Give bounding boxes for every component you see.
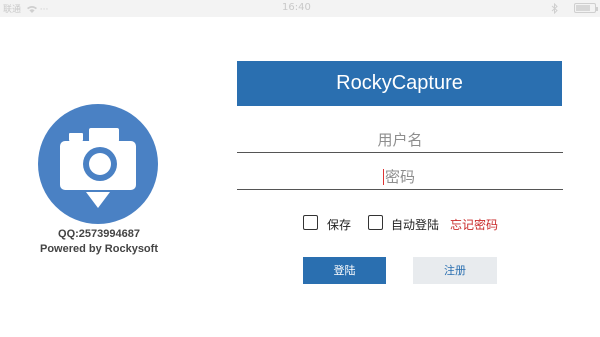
login-button[interactable]: 登陆 [303, 257, 386, 284]
status-left: 联通 ··· [3, 2, 48, 15]
qq-contact: QQ:2573994687 [58, 228, 140, 240]
status-bar: 联通 ··· 16:40 [0, 0, 600, 17]
camera-pin-icon [38, 104, 158, 224]
status-time: 16:40 [282, 2, 311, 13]
status-right [551, 3, 598, 14]
register-button[interactable]: 注册 [413, 257, 497, 284]
save-checkbox[interactable] [303, 215, 318, 230]
forgot-password-link[interactable]: 忘记密码 [450, 216, 498, 233]
powered-by-text: Powered by Rockysoft [40, 243, 158, 255]
save-checkbox-label: 保存 [327, 218, 352, 232]
auto-login-checkbox-label: 自动登陆 [391, 218, 440, 232]
text-cursor [383, 169, 384, 185]
carrier-label: 联通 [3, 5, 22, 15]
status-dots: ··· [39, 5, 49, 15]
username-input[interactable] [237, 127, 563, 153]
auto-login-checkbox[interactable] [368, 215, 383, 230]
bluetooth-icon [551, 3, 558, 14]
battery-icon [574, 3, 598, 13]
password-input[interactable] [237, 164, 563, 190]
wifi-icon [26, 6, 37, 13]
app-title-banner: RockyCapture [237, 61, 562, 106]
